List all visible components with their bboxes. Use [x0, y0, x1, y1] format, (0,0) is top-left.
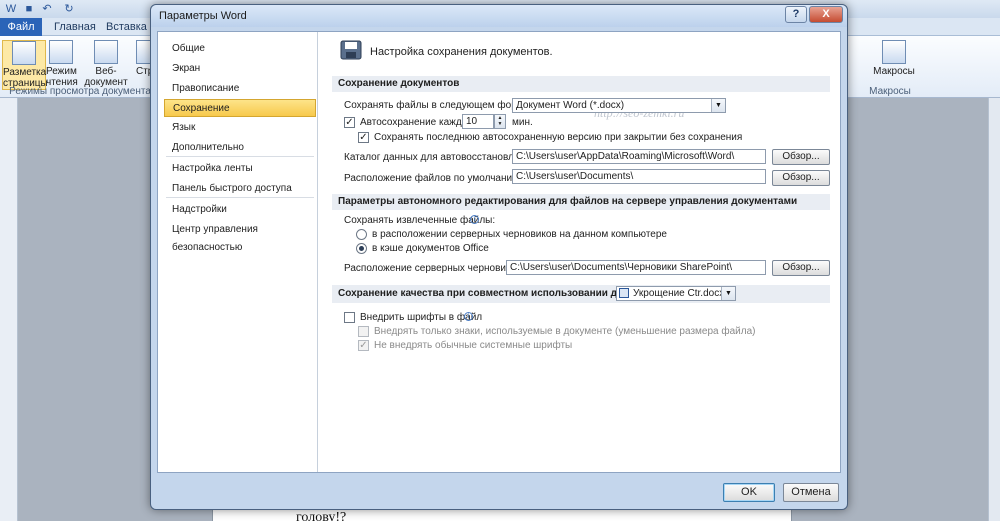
- radio-office-cache[interactable]: [356, 243, 367, 254]
- ribbon-group-label: Режимы просмотра документа: [9, 86, 151, 97]
- tab-insert[interactable]: Вставка: [98, 18, 155, 36]
- close-button[interactable]: X: [809, 6, 843, 23]
- autosave-spinner[interactable]: ▲ ▼: [494, 114, 506, 129]
- save-icon[interactable]: ■: [22, 2, 36, 16]
- keep-last-autosave-label: Сохранять последнюю автосохраненную верс…: [374, 132, 743, 143]
- nav-item-display[interactable]: Экран: [164, 60, 316, 78]
- embed-only-used-label: Внедрять только знаки, используемые в до…: [374, 326, 756, 337]
- nav-item-save[interactable]: Сохранение: [164, 99, 316, 117]
- autosave-minutes-input[interactable]: 10: [462, 114, 494, 129]
- nav-item-advanced[interactable]: Дополнительно: [164, 139, 316, 157]
- word-document-icon: [619, 288, 629, 298]
- chevron-down-icon: ▼: [721, 287, 735, 300]
- nav-item-trust-center[interactable]: Центр управления безопасностью: [164, 221, 316, 253]
- nav-item-language[interactable]: Язык: [164, 119, 316, 137]
- nav-item-general[interactable]: Общие: [164, 40, 316, 58]
- macros-icon: [882, 40, 906, 64]
- section-header-offline-editing: Параметры автономного редактирования для…: [332, 194, 830, 210]
- redo-icon[interactable]: ↻: [62, 2, 76, 16]
- nav-item-add-ins[interactable]: Надстройки: [164, 201, 316, 219]
- autorecover-browse-button[interactable]: Обзор...: [772, 149, 830, 165]
- document-text: голову!?: [296, 510, 347, 521]
- radio-server-drafts[interactable]: [356, 229, 367, 240]
- help-button[interactable]: ?: [785, 6, 807, 23]
- options-content: Настройка сохранения документов. http://…: [322, 32, 840, 472]
- autorecover-location-label: Каталог данных для автовосстановления:: [344, 152, 539, 163]
- radio-selected-dot: [359, 246, 364, 251]
- default-location-browse-button[interactable]: Обзор...: [772, 170, 830, 186]
- radio-office-cache-label: в кэше документов Office: [372, 243, 489, 254]
- fidelity-document-dropdown[interactable]: Укрощение Ctr.docx ▼: [616, 286, 736, 301]
- info-icon: i: [464, 312, 473, 321]
- content-title: Настройка сохранения документов.: [370, 46, 553, 58]
- no-common-fonts-checkbox[interactable]: ✓: [358, 340, 369, 351]
- web-layout-icon: [94, 40, 118, 64]
- autosave-unit: мин.: [512, 117, 533, 128]
- section-header-save-documents: Сохранение документов: [332, 76, 830, 92]
- default-location-input[interactable]: C:\Users\user\Documents\: [512, 169, 766, 184]
- nav-item-proofing[interactable]: Правописание: [164, 80, 316, 98]
- macros-button[interactable]: Макросы: [870, 40, 918, 90]
- autosave-checkbox[interactable]: ✓: [344, 117, 355, 128]
- save-format-dropdown[interactable]: Документ Word (*.docx) ▼: [512, 98, 726, 113]
- nav-item-customize-ribbon[interactable]: Настройка ленты: [164, 160, 316, 178]
- undo-icon[interactable]: ↶: [40, 2, 54, 16]
- outline-icon: [136, 40, 150, 64]
- chevron-down-icon: ▼: [711, 99, 725, 112]
- keep-last-autosave-checkbox[interactable]: ✓: [358, 132, 369, 143]
- tab-file[interactable]: Файл: [0, 18, 42, 36]
- outline-button[interactable]: Стр: [136, 40, 150, 90]
- nav-item-quick-access-toolbar[interactable]: Панель быстрого доступа: [164, 180, 316, 198]
- vertical-scrollbar[interactable]: [988, 98, 1000, 521]
- macros-group-label: Макросы: [869, 86, 911, 97]
- dialog-titlebar[interactable]: Параметры Word ? X: [151, 5, 847, 27]
- server-drafts-location-label: Расположение серверных черновиков:: [344, 263, 525, 274]
- tab-home[interactable]: Главная: [46, 18, 104, 36]
- radio-server-drafts-label: в расположении серверных черновиков на д…: [372, 229, 667, 240]
- dialog-title: Параметры Word: [159, 10, 247, 22]
- nav-divider: [166, 197, 314, 198]
- server-drafts-browse-button[interactable]: Обзор...: [772, 260, 830, 276]
- word-options-dialog: Параметры Word ? X Общие Экран Правописа…: [150, 4, 848, 510]
- info-icon: i: [470, 215, 479, 224]
- vertical-ruler: [0, 98, 18, 521]
- default-location-label: Расположение файлов по умолчанию:: [344, 173, 523, 184]
- ok-button[interactable]: OK: [723, 483, 775, 502]
- section-header-preserve-fidelity: Сохранение качества при совместном испол…: [332, 285, 830, 303]
- dialog-body: Общие Экран Правописание Сохранение Язык…: [157, 31, 841, 473]
- no-common-fonts-label: Не внедрять обычные системные шрифты: [374, 340, 573, 351]
- autorecover-location-input[interactable]: C:\Users\user\AppData\Roaming\Microsoft\…: [512, 149, 766, 164]
- embed-only-used-checkbox[interactable]: [358, 326, 369, 337]
- floppy-disk-icon: [340, 40, 362, 60]
- word-app-icon: W: [5, 3, 17, 15]
- web-layout-button[interactable]: Веб-документ: [78, 40, 134, 90]
- reading-mode-button[interactable]: Режим чтения: [46, 40, 78, 90]
- options-nav: Общие Экран Правописание Сохранение Язык…: [158, 32, 318, 472]
- embed-fonts-checkbox[interactable]: [344, 312, 355, 323]
- server-drafts-location-input[interactable]: C:\Users\user\Documents\Черновики ShareP…: [506, 260, 766, 275]
- print-layout-icon: [12, 41, 36, 65]
- reading-mode-icon: [49, 40, 73, 64]
- autosave-label: Автосохранение каждые: [360, 117, 475, 128]
- print-layout-button[interactable]: Разметка страницы: [2, 40, 48, 90]
- nav-divider: [166, 156, 314, 157]
- cancel-button[interactable]: Отмена: [783, 483, 839, 502]
